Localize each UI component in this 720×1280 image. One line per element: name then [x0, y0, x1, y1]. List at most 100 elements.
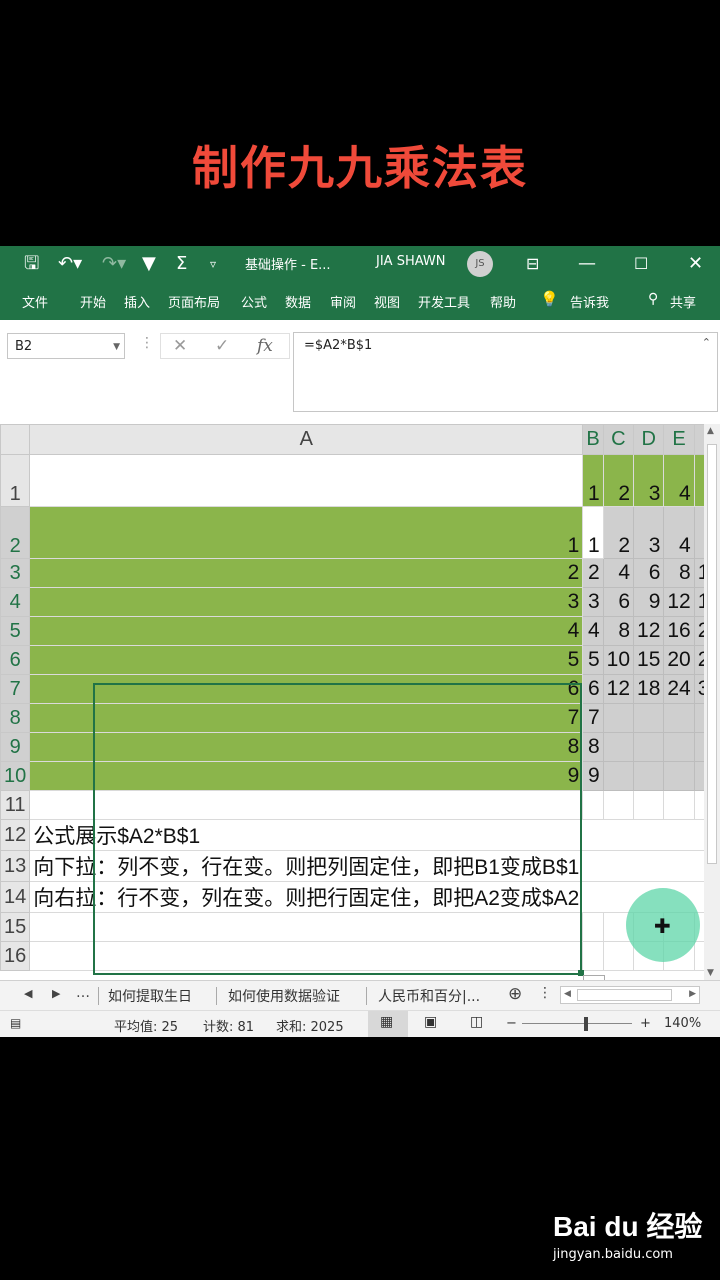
cell-product[interactable]: 25	[693, 645, 704, 675]
row-header[interactable]: 5	[0, 616, 31, 646]
cell-row-number[interactable]: 7	[29, 703, 584, 733]
cell-product[interactable]: 7	[582, 703, 604, 733]
cell-product[interactable]: 10	[693, 558, 704, 588]
row-header[interactable]: 6	[0, 645, 31, 675]
scroll-thumb[interactable]	[577, 989, 672, 1001]
more-sheets-icon[interactable]: …	[76, 985, 90, 1001]
cell-product[interactable]: 2	[582, 558, 604, 588]
cell-product[interactable]: 20	[663, 645, 695, 675]
cell-header-number[interactable]: 3	[633, 454, 665, 507]
add-sheet-icon[interactable]: ⊕	[508, 984, 522, 1004]
user-name[interactable]: JIA SHAWN	[376, 254, 445, 269]
column-header-a[interactable]: A	[29, 424, 584, 455]
cell-product[interactable]	[663, 732, 695, 762]
prev-sheet-icon[interactable]: ◀	[24, 987, 32, 1000]
column-header-b[interactable]: B	[582, 424, 604, 455]
zoom-slider-track[interactable]	[522, 1023, 632, 1024]
enter-icon[interactable]: ✓	[215, 336, 229, 356]
zoom-level[interactable]: 140%	[664, 1016, 701, 1031]
close-icon[interactable]: ✕	[688, 252, 703, 276]
select-all-corner[interactable]	[0, 424, 31, 455]
cell-product[interactable]: 12	[602, 674, 635, 704]
column-header-d[interactable]: D	[633, 424, 665, 455]
cancel-icon[interactable]: ✕	[173, 336, 187, 356]
insert-function-icon[interactable]: fx	[257, 336, 273, 356]
cell[interactable]	[582, 790, 604, 820]
cell-product[interactable]	[693, 703, 704, 733]
cell[interactable]	[582, 819, 604, 851]
cell-product[interactable]: 24	[663, 674, 695, 704]
sheet-tab-birthday[interactable]: 如何提取生日	[108, 986, 192, 1006]
tab-page-layout[interactable]: 页面布局	[168, 292, 220, 311]
cell[interactable]	[603, 819, 634, 851]
cell-product[interactable]	[663, 703, 695, 733]
cells-table[interactable]: ABCDEFGHIJKLM112345678921123456789322468…	[0, 424, 704, 971]
cell[interactable]	[694, 850, 704, 882]
tab-view[interactable]: 视图	[374, 292, 400, 311]
cell-header-number[interactable]: 1	[582, 454, 604, 507]
cell-row-number[interactable]: 6	[29, 674, 584, 704]
zoom-in-icon[interactable]: +	[640, 1016, 651, 1031]
cell[interactable]	[694, 819, 704, 851]
tab-help[interactable]: 帮助	[490, 292, 516, 311]
cell-product[interactable]: 15	[693, 587, 704, 617]
column-header-e[interactable]: E	[663, 424, 695, 455]
row-header[interactable]: 15	[0, 912, 31, 942]
zoom-out-icon[interactable]: −	[506, 1016, 517, 1031]
cell[interactable]	[693, 790, 704, 820]
cell-product[interactable]	[602, 761, 635, 791]
cell[interactable]	[582, 912, 604, 942]
cell[interactable]	[582, 850, 604, 882]
formula-bar[interactable]: =$A2*B$1 ⌃	[293, 332, 718, 412]
cell-row-number[interactable]: 8	[29, 732, 584, 762]
row-header[interactable]: 12	[0, 819, 31, 851]
scroll-down-icon[interactable]: ▼	[707, 968, 714, 978]
note-text[interactable]: 公式展示$A2*B$1	[29, 819, 583, 851]
cell-product[interactable]: 3	[633, 506, 665, 559]
cell-row-number[interactable]: 5	[29, 645, 584, 675]
cell[interactable]	[633, 819, 664, 851]
cell[interactable]	[663, 790, 695, 820]
row-header[interactable]: 9	[0, 732, 31, 762]
row-header[interactable]: 13	[0, 850, 31, 882]
scroll-thumb[interactable]	[707, 444, 717, 864]
cell-product[interactable]: 12	[663, 587, 695, 617]
cell-product[interactable]	[633, 732, 665, 762]
cell-header-number[interactable]: 4	[663, 454, 695, 507]
cell[interactable]	[693, 941, 704, 971]
cell-product[interactable]: 8	[663, 558, 695, 588]
cell-product[interactable]: 15	[633, 645, 665, 675]
cell[interactable]	[582, 881, 604, 913]
page-break-view-icon[interactable]: ◫	[470, 1014, 483, 1030]
share-button[interactable]: 共享	[670, 292, 696, 311]
save-icon[interactable]: 🖫	[24, 252, 39, 276]
cell-product[interactable]: 30	[693, 674, 704, 704]
maximize-icon[interactable]: ☐	[634, 252, 648, 276]
tab-formulas[interactable]: 公式	[241, 292, 267, 311]
note-text[interactable]: 向右拉：行不变，列在变。则把行固定住，即把A2变成$A2	[29, 881, 583, 913]
cell-header-number[interactable]: 2	[602, 454, 635, 507]
column-header-f[interactable]: F	[693, 424, 704, 455]
cell-product[interactable]: 12	[633, 616, 665, 646]
next-sheet-icon[interactable]: ▶	[52, 987, 60, 1000]
cell[interactable]	[29, 941, 584, 971]
scroll-left-icon[interactable]: ◀	[564, 989, 571, 999]
cell-product[interactable]: 4	[582, 616, 604, 646]
row-header[interactable]: 16	[0, 941, 31, 971]
cell-product[interactable]	[633, 761, 665, 791]
ribbon-display-icon[interactable]: ⊟	[526, 252, 539, 276]
cell-product[interactable]	[693, 761, 704, 791]
column-header-c[interactable]: C	[602, 424, 635, 455]
cell-row-number[interactable]: 3	[29, 587, 584, 617]
cell[interactable]	[29, 912, 584, 942]
note-text[interactable]: 向下拉：列不变，行在变。则把列固定住，即把B1变成B$1	[29, 850, 583, 882]
cell-row-number[interactable]: 9	[29, 761, 584, 791]
cell-product[interactable]: 6	[602, 587, 635, 617]
undo-icon[interactable]: ↶▾	[58, 252, 82, 276]
cell[interactable]	[582, 941, 604, 971]
scroll-right-icon[interactable]: ▶	[689, 989, 696, 999]
cell-product[interactable]: 8	[582, 732, 604, 762]
cell-product[interactable]: 9	[633, 587, 665, 617]
cell-product[interactable]	[663, 761, 695, 791]
redo-icon[interactable]: ↷▾	[102, 252, 126, 276]
